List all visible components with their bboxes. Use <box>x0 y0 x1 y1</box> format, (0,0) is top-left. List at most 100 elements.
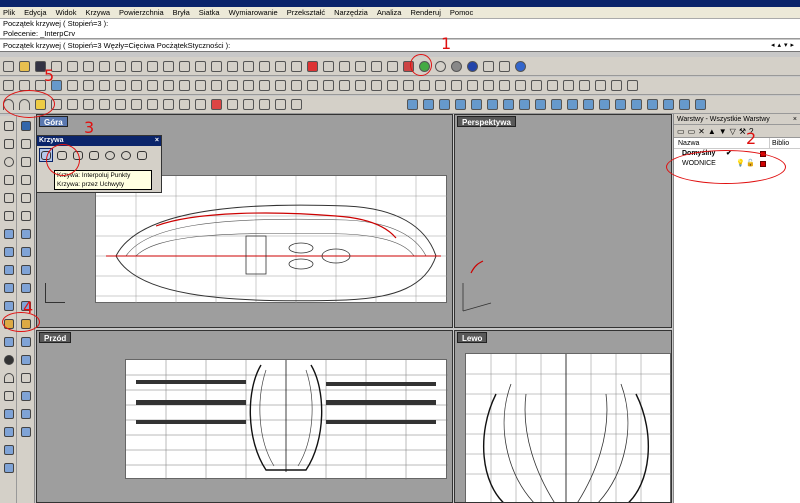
tools-icon[interactable] <box>496 58 512 74</box>
tool-icon[interactable] <box>144 78 160 94</box>
viewport-perspective[interactable]: Perspektywa <box>454 114 672 328</box>
point-icon[interactable] <box>0 78 16 94</box>
tool-icon[interactable] <box>240 97 256 113</box>
tool-icon[interactable] <box>18 423 33 440</box>
tool-icon[interactable] <box>548 97 564 113</box>
tool-icon[interactable] <box>484 97 500 113</box>
move-up-icon[interactable]: ▲ <box>708 127 716 136</box>
zoom-window-icon[interactable] <box>192 58 208 74</box>
tool-icon[interactable] <box>192 97 208 113</box>
new-file-icon[interactable] <box>0 58 16 74</box>
menu-edycja[interactable]: Edycja <box>24 8 47 17</box>
tool-icon[interactable] <box>176 78 192 94</box>
pan-icon[interactable] <box>144 58 160 74</box>
tool-icon[interactable] <box>608 78 624 94</box>
tool-icon[interactable] <box>564 97 580 113</box>
tool-icon[interactable] <box>18 117 33 134</box>
surface-tool-icon[interactable] <box>1 225 16 242</box>
tool-icon[interactable] <box>1 423 16 440</box>
mesh-icon[interactable] <box>64 78 80 94</box>
tool-icon[interactable] <box>400 78 416 94</box>
tool-icon[interactable] <box>144 97 160 113</box>
arc-tool-icon[interactable] <box>1 369 16 386</box>
tool-icon[interactable] <box>256 97 272 113</box>
tool-icon[interactable] <box>560 78 576 94</box>
tool-icon[interactable] <box>1 459 16 476</box>
menu-plik[interactable]: Plik <box>3 8 15 17</box>
tool-icon[interactable] <box>18 261 33 278</box>
menu-analiza[interactable]: Analiza <box>377 8 402 17</box>
viewport-front[interactable]: Przód <box>36 330 453 503</box>
tool-icon[interactable] <box>256 78 272 94</box>
tool-icon[interactable] <box>528 78 544 94</box>
tool-icon[interactable] <box>1 441 16 458</box>
filter-icon[interactable]: ▽ <box>730 127 736 136</box>
curve-conic-icon[interactable] <box>135 148 149 162</box>
dimension-tool-icon[interactable] <box>1 387 16 404</box>
command-arrows-icon[interactable]: ◂▴▾▸ <box>771 40 797 51</box>
menu-pomoc[interactable]: Pomoc <box>450 8 473 17</box>
tool-icon[interactable] <box>192 78 208 94</box>
tool-icon[interactable] <box>500 97 516 113</box>
menu-renderuj[interactable]: Renderuj <box>410 8 440 17</box>
zoom-icon[interactable] <box>176 58 192 74</box>
tool-icon[interactable] <box>596 97 612 113</box>
tool-icon[interactable] <box>644 97 660 113</box>
tool-icon[interactable] <box>468 97 484 113</box>
tool-icon[interactable] <box>416 78 432 94</box>
tool-icon[interactable] <box>692 97 708 113</box>
grid-icon[interactable] <box>256 58 272 74</box>
tool-icon[interactable] <box>580 97 596 113</box>
curve-spiral-icon[interactable] <box>119 148 133 162</box>
tool-icon[interactable] <box>18 189 33 206</box>
tool-icon[interactable] <box>160 78 176 94</box>
move-down-icon[interactable]: ▼ <box>719 127 727 136</box>
tool-icon[interactable] <box>96 97 112 113</box>
tool-icon[interactable] <box>18 207 33 224</box>
tool-icon[interactable] <box>628 97 644 113</box>
circle-tool-icon[interactable] <box>1 153 16 170</box>
menu-bryla[interactable]: Bryła <box>173 8 190 17</box>
curve-helix-icon[interactable] <box>103 148 117 162</box>
solid-tool-icon[interactable] <box>1 279 16 296</box>
tool-icon[interactable] <box>320 78 336 94</box>
tool-icon[interactable] <box>420 97 436 113</box>
shade-icon[interactable] <box>320 58 336 74</box>
viewport-title-perspective[interactable]: Perspektywa <box>457 116 516 127</box>
open-file-icon[interactable] <box>16 58 32 74</box>
tool-icon[interactable] <box>18 351 33 368</box>
menu-przeksztalc[interactable]: Przekształć <box>287 8 325 17</box>
help-icon[interactable] <box>512 58 528 74</box>
tool-icon[interactable] <box>452 97 468 113</box>
viewport-icon[interactable] <box>240 58 256 74</box>
tool-icon[interactable] <box>368 78 384 94</box>
tool-icon[interactable] <box>336 78 352 94</box>
close-icon[interactable]: × <box>793 114 797 125</box>
tools-icon[interactable]: ⚒ <box>739 127 746 136</box>
tool-icon[interactable] <box>272 97 288 113</box>
tool-icon[interactable] <box>128 97 144 113</box>
properties-icon[interactable] <box>352 58 368 74</box>
tool-icon[interactable] <box>624 78 640 94</box>
tool-icon[interactable] <box>516 97 532 113</box>
tool-icon[interactable] <box>512 78 528 94</box>
tool-icon[interactable] <box>592 78 608 94</box>
viewport-title-top[interactable]: Góra <box>39 116 68 127</box>
new-sublayer-icon[interactable]: ▭ <box>688 127 696 136</box>
menu-wymiarowanie[interactable]: Wymiarowanie <box>229 8 278 17</box>
tool-icon[interactable] <box>660 97 676 113</box>
delete-layer-icon[interactable]: ✕ <box>698 127 705 136</box>
tool-icon[interactable] <box>160 97 176 113</box>
tool-icon[interactable] <box>18 171 33 188</box>
column-extra[interactable]: Biblio <box>769 138 789 148</box>
sphere-tool-icon[interactable] <box>1 351 16 368</box>
tool-icon[interactable] <box>80 97 96 113</box>
close-icon[interactable]: × <box>155 136 159 146</box>
tool-icon[interactable] <box>18 369 33 386</box>
tool-icon[interactable] <box>208 78 224 94</box>
light-icon[interactable] <box>368 58 384 74</box>
material-icon[interactable] <box>448 58 464 74</box>
tool-icon[interactable] <box>464 78 480 94</box>
cut-icon[interactable] <box>80 58 96 74</box>
tool-icon[interactable] <box>532 97 548 113</box>
